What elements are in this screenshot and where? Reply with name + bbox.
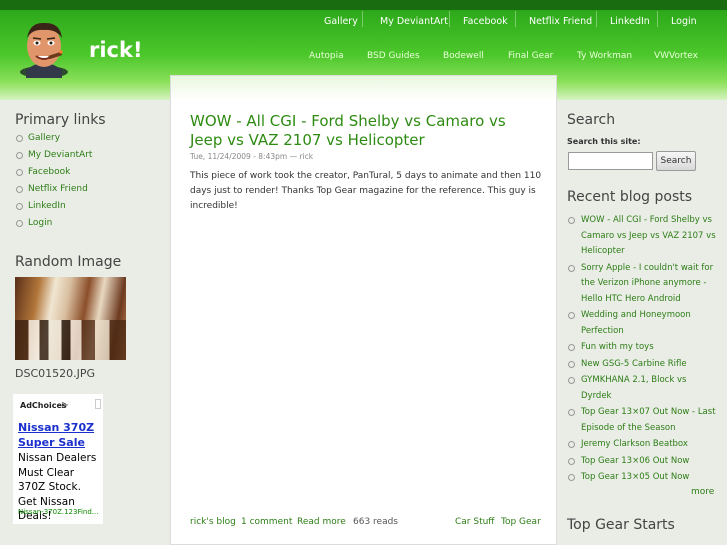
recent-post-item[interactable]: Top Gear 13×05 Out Now: [567, 470, 719, 486]
left-sidebar: Primary links Gallery My DeviantArt Face…: [15, 112, 155, 236]
secondary-nav-bsd-guides[interactable]: BSD Guides: [367, 51, 420, 61]
nav-separator: [449, 11, 450, 27]
recent-post-item[interactable]: Jeremy Clarkson Beatbox: [567, 437, 719, 453]
wedding-photo-figures: [15, 320, 126, 360]
recent-post-item[interactable]: New GSG-5 Carbine Rifle: [567, 357, 719, 373]
recent-post-item[interactable]: Top Gear 13×07 Out Now - Last Episode of…: [567, 405, 719, 436]
more-posts-link[interactable]: more: [691, 487, 714, 497]
content-top-fade: [171, 76, 556, 100]
recent-posts-list: WOW - All CGI - Ford Shelby vs Camaro vs…: [567, 213, 719, 487]
primary-link-gallery[interactable]: Gallery: [15, 134, 155, 143]
post-reads-count: 663 reads: [353, 517, 398, 527]
secondary-nav-final-gear[interactable]: Final Gear: [508, 51, 553, 61]
primary-link-netflix[interactable]: Netflix Friend: [15, 185, 155, 194]
top-gear-starts-title: Top Gear Starts: [567, 517, 675, 533]
primary-nav-login[interactable]: Login: [671, 16, 697, 27]
nav-separator: [515, 11, 516, 27]
ad-url[interactable]: Nissan-370Z.123Find...: [18, 508, 99, 516]
primary-link-linkedin[interactable]: LinkedIn: [15, 202, 155, 211]
primary-nav-deviantart[interactable]: My DeviantArt: [380, 16, 448, 27]
recent-post-item[interactable]: Fun with my toys: [567, 340, 719, 356]
nav-separator: [596, 11, 597, 27]
primary-nav-netflix[interactable]: Netflix Friend: [529, 16, 592, 27]
post-meta: Tue, 11/24/2009 - 8:43pm — rick: [190, 152, 314, 161]
recent-post-item[interactable]: Top Gear 13×06 Out Now: [567, 454, 719, 470]
header-top-bar: [0, 0, 727, 10]
secondary-nav-autopia[interactable]: Autopia: [309, 51, 344, 61]
random-image-thumbnail[interactable]: [15, 277, 126, 360]
right-sidebar: Search: [567, 112, 722, 128]
post-blog-link[interactable]: rick's blog: [190, 517, 236, 527]
ad-choices-icon[interactable]: ▷: [62, 400, 68, 409]
ad-choices-label[interactable]: AdChoices: [20, 401, 67, 410]
search-label: Search this site:: [567, 137, 641, 146]
post-body: This piece of work took the creator, Pan…: [190, 171, 542, 211]
main-content: WOW - All CGI - Ford Shelby vs Camaro vs…: [170, 75, 557, 545]
post-links: rick's blog 1 comment Read more 663 read…: [190, 517, 541, 529]
secondary-nav-vwvortex[interactable]: VWVortex: [654, 51, 698, 61]
primary-links-list: Gallery My DeviantArt Facebook Netflix F…: [15, 134, 155, 228]
primary-nav-linkedin[interactable]: LinkedIn: [610, 16, 650, 27]
post-title[interactable]: WOW - All CGI - Ford Shelby vs Camaro vs…: [190, 112, 540, 150]
primary-nav: Gallery My DeviantArt Facebook Netflix F…: [0, 11, 727, 36]
nav-separator: [362, 11, 363, 27]
random-image-filename[interactable]: DSC01520.JPG: [15, 367, 95, 380]
secondary-nav-bodewell[interactable]: Bodewell: [443, 51, 484, 61]
primary-nav-facebook[interactable]: Facebook: [463, 16, 508, 27]
primary-nav-gallery[interactable]: Gallery: [324, 16, 358, 27]
secondary-nav-ty-workman[interactable]: Ty Workman: [577, 51, 632, 61]
secondary-nav: Autopia BSD Guides Bodewell Final Gear T…: [0, 51, 727, 71]
search-button[interactable]: Search: [656, 151, 696, 171]
recent-posts-title: Recent blog posts: [567, 189, 693, 205]
random-image-title: Random Image: [15, 254, 122, 270]
ad-close-icon[interactable]: [95, 399, 101, 409]
primary-link-login[interactable]: Login: [15, 219, 155, 228]
recent-post-item[interactable]: GYMKHANA 2.1, Block vs Dyrdek: [567, 373, 719, 404]
post-comments-link[interactable]: 1 comment: [241, 517, 292, 527]
ad-title[interactable]: Nissan 370Z Super Sale: [18, 420, 103, 450]
post-tag-top-gear[interactable]: Top Gear: [501, 517, 541, 527]
ad-block: AdChoices ▷ Nissan 370Z Super Sale Nissa…: [13, 394, 103, 524]
nav-separator: [657, 11, 658, 27]
recent-post-item[interactable]: WOW - All CGI - Ford Shelby vs Camaro vs…: [567, 213, 719, 260]
primary-link-facebook[interactable]: Facebook: [15, 168, 155, 177]
recent-post-item[interactable]: Wedding and Honeymoon Perfection: [567, 308, 719, 339]
search-title: Search: [567, 112, 616, 128]
primary-links-title: Primary links: [15, 112, 106, 128]
primary-link-deviantart[interactable]: My DeviantArt: [15, 151, 155, 160]
recent-post-item[interactable]: Sorry Apple - I couldn't wait for the Ve…: [567, 261, 719, 308]
post-read-more-link[interactable]: Read more: [297, 517, 346, 527]
post-tag-car-stuff[interactable]: Car Stuff: [455, 517, 495, 527]
search-input[interactable]: [568, 152, 653, 170]
